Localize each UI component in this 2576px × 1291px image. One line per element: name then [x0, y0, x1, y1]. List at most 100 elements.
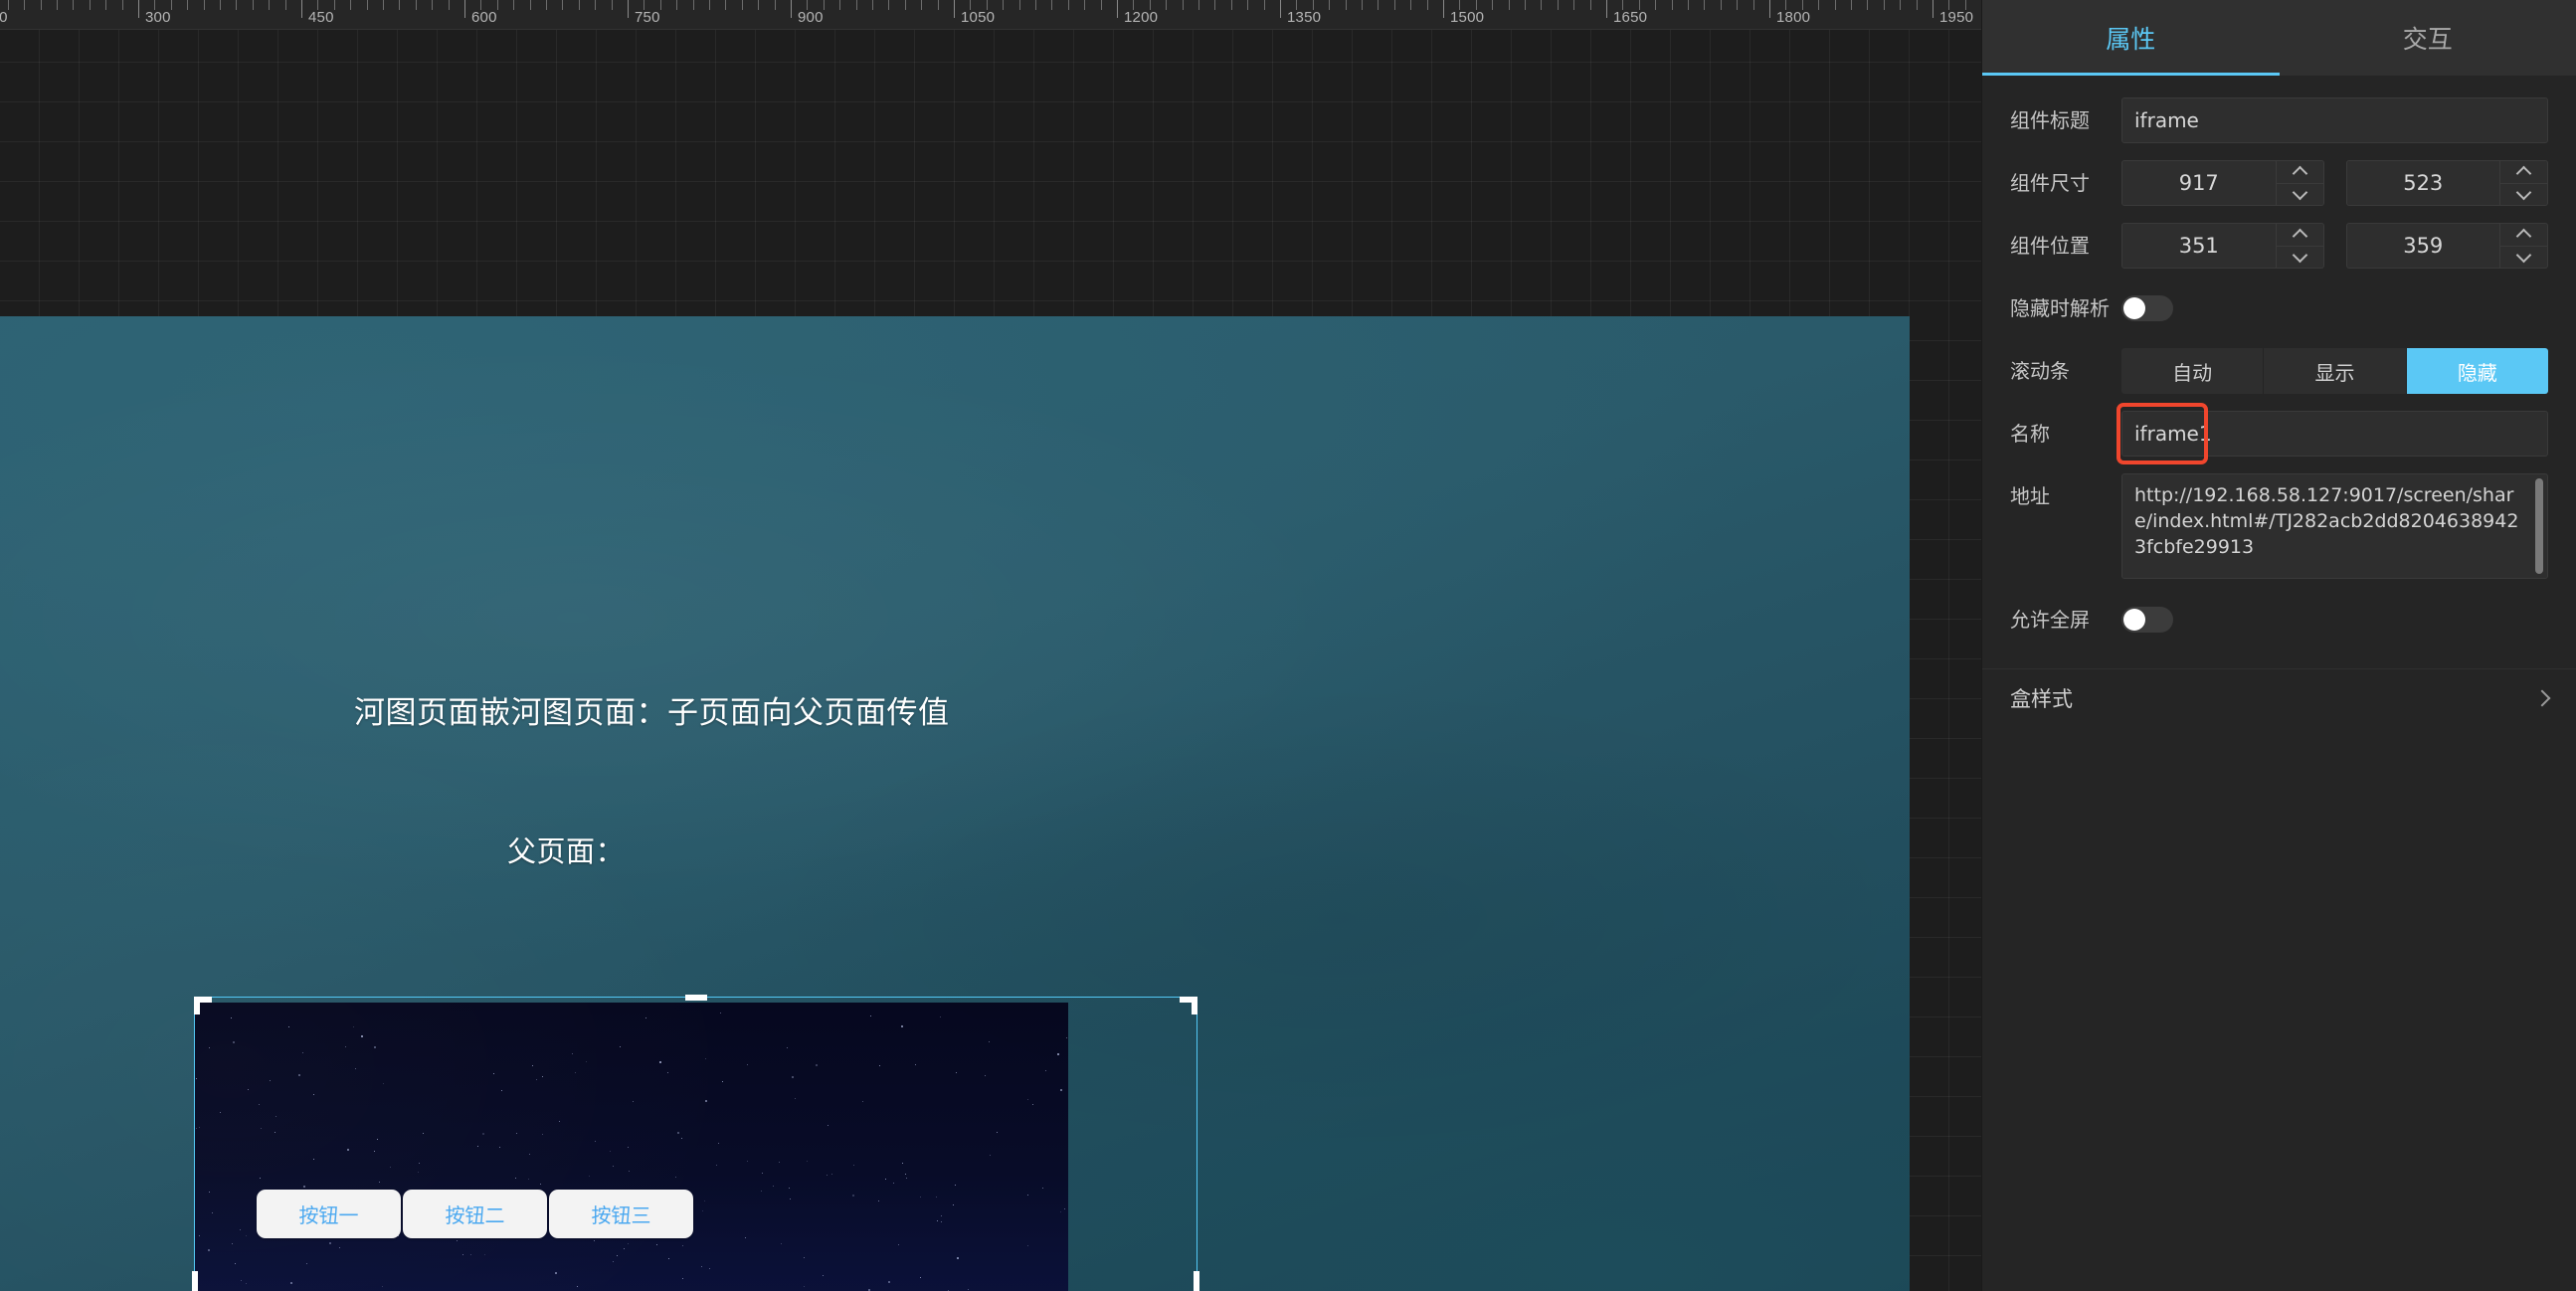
row-component-position: 组件位置 351 359 — [1982, 223, 2576, 269]
name-input[interactable] — [2121, 411, 2548, 457]
component-x-stepper[interactable]: 351 — [2121, 223, 2324, 269]
ruler-tick-minor — [73, 0, 74, 10]
row-name: 名称 — [1982, 403, 2576, 464]
ruler-tick-minor — [725, 0, 726, 10]
horizontal-ruler[interactable]: 150 300 450 600 750 900 1050 1200 1350 1500 1650 18… — [0, 0, 1981, 30]
resize-handle-top-center[interactable] — [684, 995, 707, 1001]
component-height-stepper[interactable]: 523 — [2345, 160, 2548, 206]
ruler-tick-minor — [888, 0, 889, 10]
ruler-tick-minor — [612, 0, 613, 10]
ruler-tick-minor — [1737, 0, 1738, 10]
ruler-tick-minor — [8, 0, 9, 10]
canvas-grid-background[interactable]: 河图页面嵌河图页面：子页面向父页面传值 父页面： 按钮一 按钮二 按钮三 — [0, 30, 1981, 1291]
iframe-component[interactable]: 按钮一 按钮二 按钮三 — [195, 1003, 1068, 1291]
ruler-tick-minor — [1851, 0, 1852, 10]
ruler-tick-minor — [579, 0, 580, 10]
ruler-tick-minor — [824, 0, 825, 10]
ruler-tick-minor — [1704, 0, 1705, 10]
chevron-right-icon — [2536, 692, 2548, 704]
box-style-section[interactable]: 盒样式 — [1982, 668, 2576, 726]
tab-properties[interactable]: 属性 — [1982, 0, 2280, 76]
component-width-decrement[interactable] — [2277, 184, 2323, 206]
parent-page-label: 父页面： — [507, 834, 626, 868]
chevron-down-icon — [2517, 251, 2530, 264]
ruler-label: 600 — [471, 9, 497, 26]
component-height-value: 523 — [2403, 171, 2444, 195]
ruler-tick-minor — [1051, 0, 1052, 10]
ruler-tick-minor — [1573, 0, 1574, 10]
component-y-increment[interactable] — [2500, 224, 2547, 247]
scrollbar-option-auto[interactable]: 自动 — [2121, 348, 2265, 394]
ruler-tick-minor — [334, 0, 335, 10]
label-address: 地址 — [2010, 484, 2050, 508]
component-height-decrement[interactable] — [2500, 184, 2547, 206]
ruler-tick-minor — [383, 0, 384, 10]
row-address: 地址 http://192.168.58.127:9017/screen/sha… — [1982, 473, 2576, 579]
ruler-label: 1800 — [1776, 9, 1811, 26]
button-one[interactable]: 按钮一 — [257, 1190, 401, 1238]
ruler-tick-minor — [1410, 0, 1411, 10]
ruler-tick-minor — [1867, 0, 1868, 10]
ruler-tick-minor — [285, 0, 286, 10]
address-value: http://192.168.58.127:9017/screen/share/… — [2134, 484, 2519, 558]
toggle-knob — [2123, 609, 2145, 631]
component-x-decrement[interactable] — [2277, 247, 2323, 269]
resize-handle-middle-right[interactable] — [1194, 1271, 1199, 1291]
component-height-increment[interactable] — [2500, 161, 2547, 184]
component-width-increment[interactable] — [2276, 161, 2323, 184]
button-three[interactable]: 按钮三 — [549, 1190, 693, 1238]
scrollbar-option-hide[interactable]: 隐藏 — [2406, 348, 2548, 394]
design-canvas[interactable]: 河图页面嵌河图页面：子页面向父页面传值 父页面： 按钮一 按钮二 按钮三 — [0, 316, 1910, 1291]
label-name: 名称 — [2010, 422, 2050, 446]
component-y-stepper[interactable]: 359 — [2345, 223, 2548, 269]
ruler-tick-minor — [105, 0, 106, 10]
ruler-tick-minor — [1329, 0, 1330, 10]
ruler-tick-minor — [1753, 0, 1754, 10]
ruler-tick-minor — [204, 0, 205, 10]
ruler-tick-minor — [1917, 0, 1918, 10]
ruler-tick-minor — [660, 0, 661, 10]
resize-handle-top-right-v[interactable] — [1192, 997, 1197, 1014]
address-scrollbar-thumb[interactable] — [2535, 478, 2543, 574]
ruler-tick-minor — [709, 0, 710, 10]
allow-fullscreen-toggle[interactable] — [2121, 607, 2173, 633]
ruler-tick-minor — [872, 0, 873, 10]
component-title-input[interactable] — [2121, 97, 2548, 143]
tab-interaction[interactable]: 交互 — [2280, 0, 2576, 76]
ruler-tick-minor — [416, 0, 417, 10]
ruler-tick-minor — [1884, 0, 1885, 10]
ruler-tick-major — [138, 0, 139, 18]
property-panel: 属性 交互 组件标题 组件尺寸 917 — [1981, 0, 2576, 1291]
component-x-value: 351 — [2178, 234, 2219, 258]
component-y-decrement[interactable] — [2500, 247, 2547, 269]
ruler-tick-minor — [449, 0, 450, 10]
ruler-tick-minor — [1214, 0, 1215, 10]
component-x-increment[interactable] — [2276, 224, 2323, 247]
scrollbar-option-show[interactable]: 显示 — [2264, 348, 2407, 394]
ruler-tick-minor — [24, 0, 25, 10]
component-width-stepper[interactable]: 917 — [2121, 160, 2324, 206]
row-scrollbar: 滚动条 自动 显示 隐藏 — [1982, 348, 2576, 394]
properties-form: 组件标题 组件尺寸 917 — [1982, 76, 2576, 726]
ruler-tick-minor — [693, 0, 694, 10]
ruler-tick-major — [301, 0, 302, 18]
ruler-tick-minor — [742, 0, 743, 10]
address-textarea[interactable]: http://192.168.58.127:9017/screen/share/… — [2121, 473, 2548, 579]
label-scrollbar: 滚动条 — [2010, 359, 2070, 383]
ruler-label: 1050 — [961, 9, 996, 26]
ruler-label: 1950 — [1939, 9, 1974, 26]
ruler-tick-minor — [530, 0, 531, 10]
ruler-tick-minor — [1166, 0, 1167, 10]
ruler-tick-major — [954, 0, 955, 18]
ruler-tick-minor — [432, 0, 433, 10]
ruler-tick-major — [1932, 0, 1933, 18]
parse-when-hidden-toggle[interactable] — [2121, 295, 2173, 321]
ruler-tick-minor — [253, 0, 254, 10]
ruler-label: 1350 — [1287, 9, 1322, 26]
resize-handle-top-right[interactable] — [1180, 997, 1197, 1003]
button-two[interactable]: 按钮二 — [403, 1190, 547, 1238]
ruler-label: 450 — [308, 9, 334, 26]
ruler-tick-minor — [1035, 0, 1036, 10]
label-component-title: 组件标题 — [2010, 108, 2090, 132]
ruler-label: 1650 — [1613, 9, 1648, 26]
